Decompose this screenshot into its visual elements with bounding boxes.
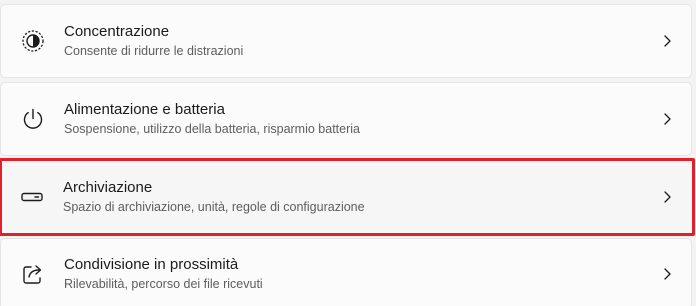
settings-item-subtitle: Sospensione, utilizzo della batteria, ri… [64, 122, 360, 136]
settings-item-title: Concentrazione [64, 23, 170, 40]
settings-item-power-battery[interactable]: Alimentazione e batteria Sospensione, ut… [0, 82, 692, 156]
settings-item-text: Condivisione in prossimità Rilevabilità,… [64, 255, 263, 293]
share-icon [21, 262, 45, 286]
power-icon [21, 107, 45, 131]
chevron-right-icon [661, 267, 673, 281]
settings-item-subtitle: Consente di ridurre le distrazioni [64, 44, 244, 58]
settings-item-title: Archiviazione [63, 179, 153, 196]
settings-item-focus[interactable]: Concentrazione Consente di ridurre le di… [0, 4, 692, 78]
settings-item-subtitle: Spazio di archiviazione, unità, regole d… [63, 200, 365, 214]
storage-icon [20, 185, 44, 209]
settings-item-subtitle: Rilevabilità, percorso dei file ricevuti [64, 277, 263, 291]
settings-item-storage[interactable]: Archiviazione Spazio di archiviazione, u… [0, 158, 695, 236]
chevron-right-icon [661, 112, 673, 126]
chevron-right-icon [661, 190, 673, 204]
settings-item-text: Concentrazione Consente di ridurre le di… [64, 22, 243, 60]
settings-item-text: Alimentazione e batteria Sospensione, ut… [64, 100, 360, 138]
settings-item-title: Alimentazione e batteria [64, 101, 225, 118]
settings-list: Concentrazione Consente di ridurre le di… [0, 0, 696, 306]
focus-icon [21, 29, 45, 53]
settings-item-title: Condivisione in prossimità [64, 256, 239, 273]
settings-item-nearby-sharing[interactable]: Condivisione in prossimità Rilevabilità,… [0, 238, 692, 306]
settings-item-text: Archiviazione Spazio di archiviazione, u… [63, 178, 365, 216]
chevron-right-icon [661, 34, 673, 48]
